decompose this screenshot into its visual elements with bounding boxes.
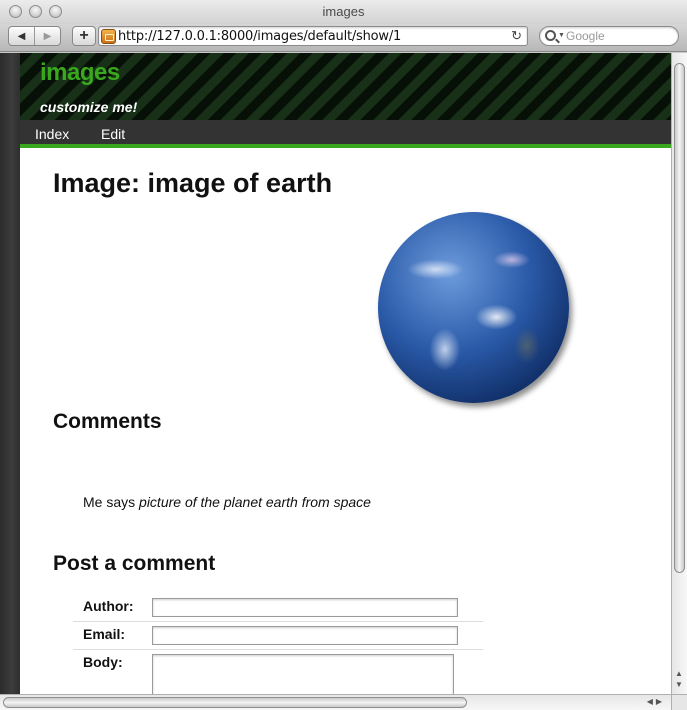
history-buttons: ◀ ▶ [8, 26, 61, 46]
forward-button[interactable]: ▶ [35, 27, 60, 45]
vertical-scroll-arrows-icon[interactable]: ▲ ▼ [675, 668, 683, 690]
page-left-stripe [0, 53, 20, 694]
body-textarea[interactable] [152, 654, 454, 694]
horizontal-scroll-thumb[interactable] [3, 697, 467, 708]
comment-author: Me [83, 494, 103, 510]
page-title: Image: image of earth [53, 168, 333, 198]
main-content: Image: image of earth Comments Me says p… [53, 53, 653, 694]
email-label: Email: [83, 626, 126, 642]
body-row: Body: [73, 650, 483, 694]
comment-body: picture of the planet earth from space [139, 494, 371, 510]
search-bar[interactable]: ▼ [539, 26, 679, 46]
site-favicon-icon [101, 29, 116, 44]
author-row: Author: [73, 594, 483, 622]
scrollbar-corner [671, 694, 687, 710]
email-field[interactable] [152, 626, 458, 645]
address-bar[interactable]: http://127.0.0.1:8000/images/default/sho… [98, 26, 528, 46]
search-menu-chevron-icon[interactable]: ▼ [558, 32, 565, 39]
search-input[interactable] [566, 28, 671, 44]
url-text[interactable]: http://127.0.0.1:8000/images/default/sho… [118, 29, 401, 44]
horizontal-scrollbar[interactable]: ◀▶ [0, 694, 671, 710]
comment-verb: says [102, 494, 140, 510]
author-label: Author: [83, 598, 134, 614]
earth-image [378, 212, 569, 403]
horizontal-scroll-arrows-icon[interactable]: ◀▶ [647, 697, 665, 706]
body-label: Body: [83, 654, 123, 670]
vertical-scroll-thumb[interactable] [674, 63, 685, 573]
comment-item: Me says picture of the planet earth from… [83, 494, 371, 510]
author-field[interactable] [152, 598, 458, 617]
add-bookmark-button[interactable]: + [72, 26, 96, 46]
email-row: Email: [73, 622, 483, 650]
window-title: images [322, 4, 365, 19]
window-titlebar: images [0, 0, 687, 24]
back-button[interactable]: ◀ [9, 27, 35, 45]
post-comment-heading: Post a comment [53, 552, 216, 575]
browser-toolbar: ◀ ▶ + http://127.0.0.1:8000/images/defau… [0, 24, 687, 52]
reload-icon[interactable]: ↻ [511, 28, 522, 44]
vertical-scrollbar[interactable]: ▲ ▼ [671, 53, 687, 694]
search-icon[interactable] [545, 30, 556, 41]
page-viewport: images customize me! Index Edit Image: i… [0, 53, 671, 694]
comments-heading: Comments [53, 410, 162, 433]
